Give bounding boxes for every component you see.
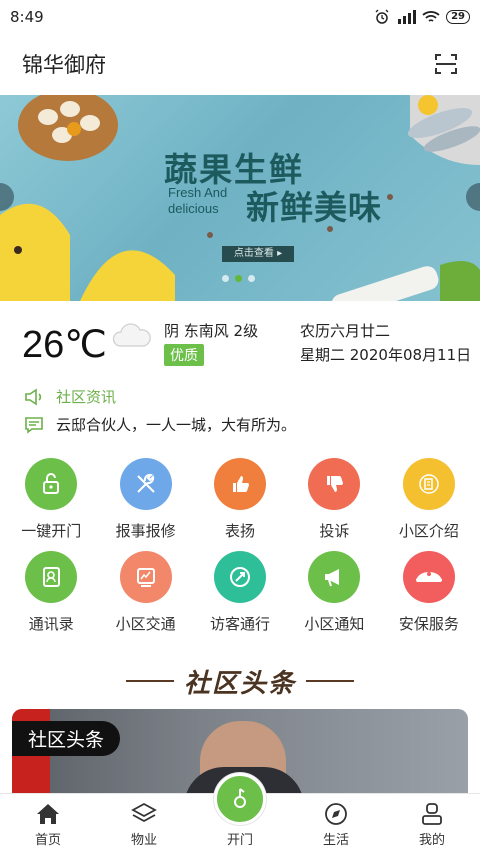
- service-label: 小区介绍: [398, 522, 459, 540]
- news-heading-row[interactable]: 社区资讯: [24, 386, 116, 407]
- service-repair[interactable]: 报事报修: [98, 458, 192, 541]
- divider-left: [125, 680, 174, 682]
- temperature: 26℃: [22, 324, 107, 366]
- banner-dot[interactable]: [222, 275, 229, 282]
- battery-indicator: 29: [446, 10, 470, 24]
- nav-mine[interactable]: 我的: [384, 794, 480, 853]
- news-text: 云邸合伙人，一人一城，大有所为。: [56, 416, 297, 434]
- page-title: 锦华御府: [22, 53, 106, 77]
- service-contacts[interactable]: 通讯录: [4, 551, 98, 634]
- scan-icon[interactable]: [434, 52, 458, 76]
- thumbs-down-icon: [308, 458, 361, 510]
- layers-icon: [131, 802, 157, 823]
- weather-panel: 26℃ 阴 东南风 2级 优质 农历六月廿二 星期二 2020年08月11日: [0, 316, 480, 376]
- lunar-date: 农历六月廿二: [300, 322, 391, 340]
- service-label: 小区交通: [115, 615, 176, 633]
- thumbs-up-icon: [214, 458, 267, 510]
- service-grid-row: 一键开门 报事报修 表扬 投诉 小区介绍: [0, 458, 480, 541]
- service-label: 通讯录: [28, 615, 74, 633]
- divider-right: [306, 680, 354, 682]
- service-label: 访客通行: [210, 615, 271, 633]
- visitor-icon: [214, 551, 267, 603]
- service-label: 安保服务: [398, 615, 459, 633]
- status-icons: 29: [374, 9, 470, 25]
- signal-icon: [398, 10, 417, 24]
- banner-subtitle-en: Fresh And delicious: [168, 185, 227, 217]
- service-unlock[interactable]: 一键开门: [4, 458, 98, 541]
- service-grid: 一键开门 报事报修 表扬 投诉 小区介绍 通讯录 小区交通 访客通行 小区通知 …: [0, 458, 480, 644]
- user-icon: [422, 803, 442, 825]
- nav-label: 首页: [34, 833, 61, 848]
- security-cap-icon: [402, 551, 455, 603]
- service-notice[interactable]: 小区通知: [287, 551, 381, 634]
- contacts-icon: [25, 551, 78, 603]
- service-grid-row: 通讯录 小区交通 访客通行 小区通知 安保服务: [0, 551, 480, 634]
- banner-dot-active[interactable]: [235, 275, 242, 282]
- news-heading: 社区资讯: [56, 388, 117, 406]
- service-praise[interactable]: 表扬: [193, 458, 287, 541]
- service-label: 小区通知: [304, 615, 365, 633]
- message-icon: [25, 416, 43, 434]
- headline-tag: 社区头条: [12, 721, 121, 756]
- cloud-icon: [112, 323, 151, 347]
- banner-cta-button[interactable]: 点击查看 ▸: [222, 246, 294, 262]
- compass-icon: [325, 803, 347, 825]
- banner-dot[interactable]: [248, 275, 255, 282]
- wifi-icon: [422, 11, 440, 22]
- section-title: 社区头条: [183, 668, 296, 699]
- building-icon: [402, 458, 455, 510]
- promo-banner[interactable]: 蔬果生鲜 Fresh And delicious 新鲜美味 点击查看 ▸: [0, 95, 480, 301]
- nav-home[interactable]: 首页: [0, 794, 96, 853]
- banner-subtitle-en-line1: Fresh And: [168, 185, 228, 200]
- status-bar: 8:49 29: [0, 0, 480, 34]
- banner-illustration: [0, 95, 480, 301]
- app-header: 锦华御府: [0, 34, 480, 94]
- service-traffic[interactable]: 小区交通: [98, 551, 192, 634]
- traffic-icon: [119, 551, 172, 603]
- unlock-icon: [25, 458, 78, 510]
- calendar-date: 星期二 2020年08月11日: [300, 346, 472, 364]
- key-icon: [234, 788, 246, 808]
- service-visitor[interactable]: 访客通行: [193, 551, 287, 634]
- nav-label: 开门: [226, 833, 253, 848]
- section-heading: 社区头条: [0, 666, 480, 699]
- megaphone-icon: [308, 551, 361, 603]
- home-icon: [37, 804, 59, 824]
- news-item[interactable]: 云邸合伙人，一人一城，大有所为。: [24, 414, 296, 435]
- service-security[interactable]: 安保服务: [382, 551, 476, 634]
- nav-label: 我的: [418, 833, 445, 848]
- status-time: 8:49: [10, 8, 44, 26]
- banner-subtitle-cn: 新鲜美味: [246, 188, 382, 227]
- nav-life[interactable]: 生活: [288, 794, 384, 853]
- service-label: 投诉: [319, 522, 350, 540]
- banner-pagination: [222, 275, 255, 282]
- nav-label: 生活: [322, 833, 349, 848]
- service-label: 报事报修: [115, 522, 176, 540]
- nav-property[interactable]: 物业: [96, 794, 192, 853]
- tools-icon: [119, 458, 172, 510]
- nav-label: 物业: [130, 833, 157, 848]
- service-complaint[interactable]: 投诉: [287, 458, 381, 541]
- weather-description: 阴 东南风 2级: [164, 322, 259, 340]
- air-quality-badge: 优质: [164, 344, 204, 366]
- service-label: 一键开门: [21, 522, 82, 540]
- alarm-icon: [375, 9, 389, 24]
- service-label: 表扬: [225, 522, 256, 540]
- speaker-icon: [25, 388, 42, 405]
- service-intro[interactable]: 小区介绍: [382, 458, 476, 541]
- open-door-button[interactable]: [214, 773, 266, 825]
- banner-subtitle-en-line2: delicious: [168, 201, 219, 216]
